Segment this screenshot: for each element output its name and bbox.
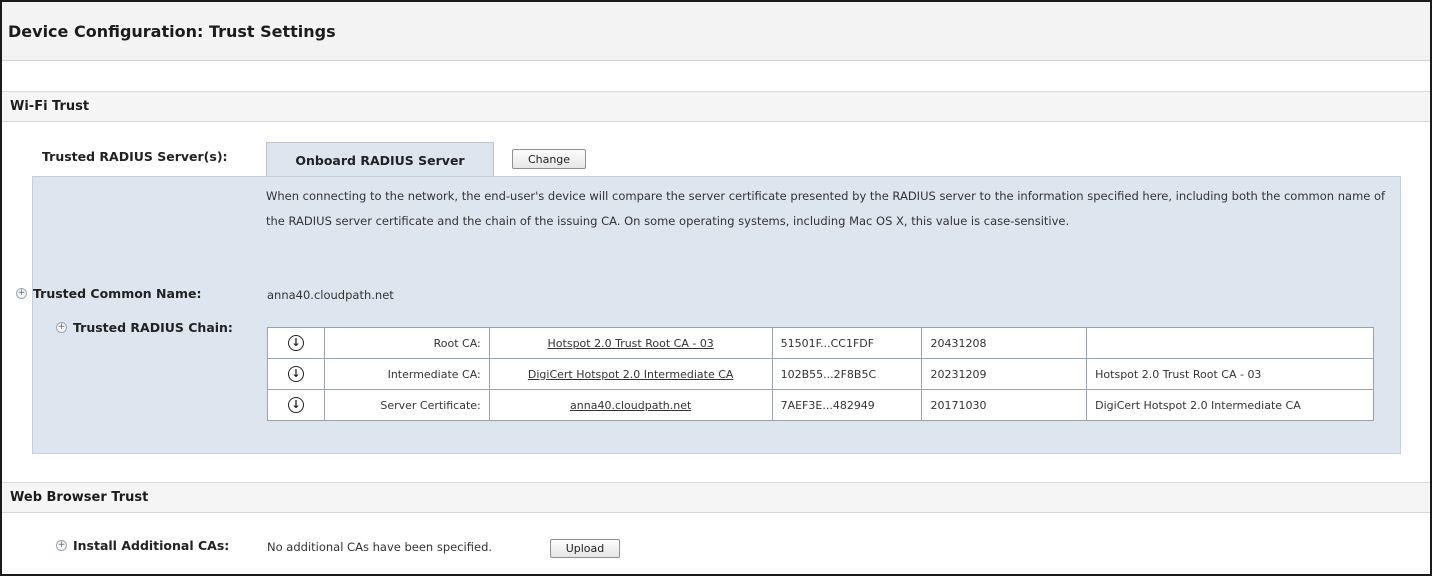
- upload-button[interactable]: Upload: [550, 539, 620, 558]
- cert-name-link[interactable]: DigiCert Hotspot 2.0 Intermediate CA: [528, 368, 734, 381]
- tab-label: Onboard RADIUS Server: [295, 152, 465, 168]
- install-additional-cas-label: Install Additional CAs:: [73, 538, 230, 553]
- web-browser-trust-heading: Web Browser Trust: [10, 490, 149, 505]
- trusted-radius-chain-label: Trusted RADIUS Chain:: [73, 320, 233, 335]
- cert-issuer: [1086, 327, 1374, 359]
- table-row: ↓ Intermediate CA: DigiCert Hotspot 2.0 …: [267, 358, 1374, 390]
- trusted-common-name-field[interactable]: + Trusted Common Name:: [16, 286, 201, 301]
- cert-thumbprint: 102B55...2F8B5C: [771, 358, 923, 390]
- wifi-trust-heading: Wi-Fi Trust: [10, 99, 90, 114]
- table-row: ↓ Server Certificate: anna40.cloudpath.n…: [267, 389, 1374, 421]
- page-title: Device Configuration: Trust Settings: [8, 21, 336, 41]
- cert-expiry: 20171030: [921, 389, 1088, 421]
- trusted-radius-chain-field[interactable]: + Trusted RADIUS Chain:: [56, 320, 233, 335]
- expand-plus-icon[interactable]: +: [56, 540, 67, 551]
- radius-description: When connecting to the network, the end-…: [266, 189, 1386, 228]
- download-icon[interactable]: ↓: [287, 335, 304, 351]
- cert-thumbprint: 51501F...CC1FDF: [771, 327, 923, 359]
- cert-type-label: Intermediate CA:: [323, 358, 490, 390]
- page-header: Device Configuration: Trust Settings: [2, 2, 1430, 61]
- cert-issuer: DigiCert Hotspot 2.0 Intermediate CA: [1086, 389, 1374, 421]
- cert-expiry: 20231209: [921, 358, 1088, 390]
- cert-name-link[interactable]: anna40.cloudpath.net: [570, 399, 691, 412]
- download-icon[interactable]: ↓: [287, 366, 304, 382]
- web-browser-trust-section-header: Web Browser Trust: [2, 482, 1430, 513]
- cert-thumbprint: 7AEF3E...482949: [771, 389, 923, 421]
- cert-type-label: Root CA:: [323, 327, 490, 359]
- trusted-radius-label: Trusted RADIUS Server(s):: [42, 149, 228, 164]
- cert-name-link[interactable]: Hotspot 2.0 Trust Root CA - 03: [548, 337, 714, 350]
- table-row: ↓ Root CA: Hotspot 2.0 Trust Root CA - 0…: [267, 327, 1374, 359]
- trusted-common-name-value: anna40.cloudpath.net: [267, 288, 394, 302]
- expand-plus-icon[interactable]: +: [56, 322, 67, 333]
- download-icon[interactable]: ↓: [287, 397, 304, 413]
- install-additional-cas-field[interactable]: + Install Additional CAs:: [56, 538, 229, 553]
- install-additional-cas-value: No additional CAs have been specified.: [267, 540, 493, 554]
- trust-settings-window: Device Configuration: Trust Settings Wi-…: [0, 0, 1432, 576]
- trusted-common-name-label: Trusted Common Name:: [33, 286, 202, 301]
- wifi-trust-section-header: Wi-Fi Trust: [2, 91, 1430, 122]
- radius-chain-table: ↓ Root CA: Hotspot 2.0 Trust Root CA - 0…: [267, 327, 1374, 421]
- cert-expiry: 20431208: [921, 327, 1088, 359]
- cert-issuer: Hotspot 2.0 Trust Root CA - 03: [1086, 358, 1374, 390]
- tab-onboard-radius-server[interactable]: Onboard RADIUS Server: [266, 142, 494, 177]
- cert-type-label: Server Certificate:: [323, 389, 490, 421]
- change-button[interactable]: Change: [512, 149, 586, 169]
- trusted-radius-row: Trusted RADIUS Server(s): Onboard RADIUS…: [2, 142, 1430, 177]
- expand-plus-icon[interactable]: +: [16, 288, 27, 299]
